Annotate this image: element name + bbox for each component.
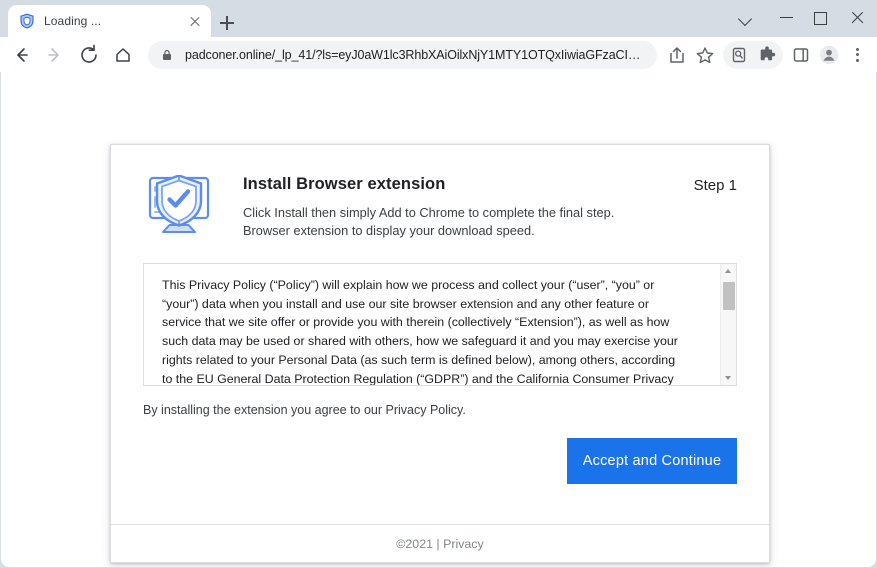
browser-window: Loading ... <box>0 0 877 568</box>
lock-icon[interactable] <box>160 48 174 62</box>
new-tab-button[interactable] <box>214 10 240 36</box>
puzzle-icon[interactable] <box>753 41 781 69</box>
accept-and-continue-button[interactable]: Accept and Continue <box>567 438 737 484</box>
privacy-policy-text: This Privacy Policy (“Policy”) will expl… <box>144 264 701 386</box>
avatar-icon[interactable] <box>815 41 843 69</box>
card-actions: Accept and Continue <box>143 438 737 484</box>
reload-icon[interactable] <box>74 40 104 70</box>
vertical-scrollbar[interactable] <box>720 264 736 385</box>
scrollbar-thumb[interactable] <box>723 282 735 310</box>
tab-strip: Loading ... <box>0 0 877 37</box>
consent-text: By installing the extension you agree to… <box>143 403 737 417</box>
home-icon[interactable] <box>108 40 138 70</box>
share-icon[interactable] <box>663 41 691 69</box>
policy-paragraph: This Privacy Policy (“Policy”) will expl… <box>162 276 687 386</box>
page-viewport: Install Browser extension Click Install … <box>1 72 876 567</box>
maximize-button[interactable] <box>805 4 835 32</box>
browser-toolbar: padconer.online/_lp_41/?ls=eyJ0aW1lc3Rhb… <box>0 37 877 72</box>
chevron-down-icon[interactable] <box>730 4 760 32</box>
window-close-button[interactable] <box>843 4 873 32</box>
tab-title: Loading ... <box>44 14 187 28</box>
card-subtitle: Click Install then simply Add to Chrome … <box>243 204 663 240</box>
omnibox-url-text: padconer.online/_lp_41/?ls=eyJ0aW1lc3Rhb… <box>185 48 645 62</box>
menu-dots-icon[interactable] <box>843 41 871 69</box>
card-header: Install Browser extension Click Install … <box>143 173 737 240</box>
reading-list-icon[interactable] <box>725 41 753 69</box>
close-icon[interactable] <box>187 13 203 29</box>
install-extension-card: Install Browser extension Click Install … <box>110 144 770 563</box>
back-arrow-icon[interactable] <box>6 40 36 70</box>
minimize-button[interactable] <box>772 4 802 32</box>
footer-divider <box>110 524 770 525</box>
forward-arrow-icon[interactable] <box>40 40 70 70</box>
page-footer: ©2021 | Privacy <box>110 537 770 551</box>
clipped-bottom-content <box>301 561 431 567</box>
omnibox[interactable]: padconer.online/_lp_41/?ls=eyJ0aW1lc3Rhb… <box>148 41 657 69</box>
extensions-button-group <box>723 41 783 69</box>
shield-favicon-icon <box>19 13 35 29</box>
browser-tab-loading[interactable]: Loading ... <box>8 5 211 37</box>
step-indicator: Step 1 <box>694 173 737 194</box>
privacy-policy-scrollbox[interactable]: This Privacy Policy (“Policy”) will expl… <box>143 263 737 386</box>
scroll-up-arrow-icon[interactable] <box>721 264 736 279</box>
card-title: Install Browser extension <box>243 175 694 194</box>
star-icon[interactable] <box>691 41 719 69</box>
scroll-down-arrow-icon[interactable] <box>721 370 736 385</box>
monitor-shield-check-icon <box>143 175 215 237</box>
side-panel-icon[interactable] <box>787 41 815 69</box>
